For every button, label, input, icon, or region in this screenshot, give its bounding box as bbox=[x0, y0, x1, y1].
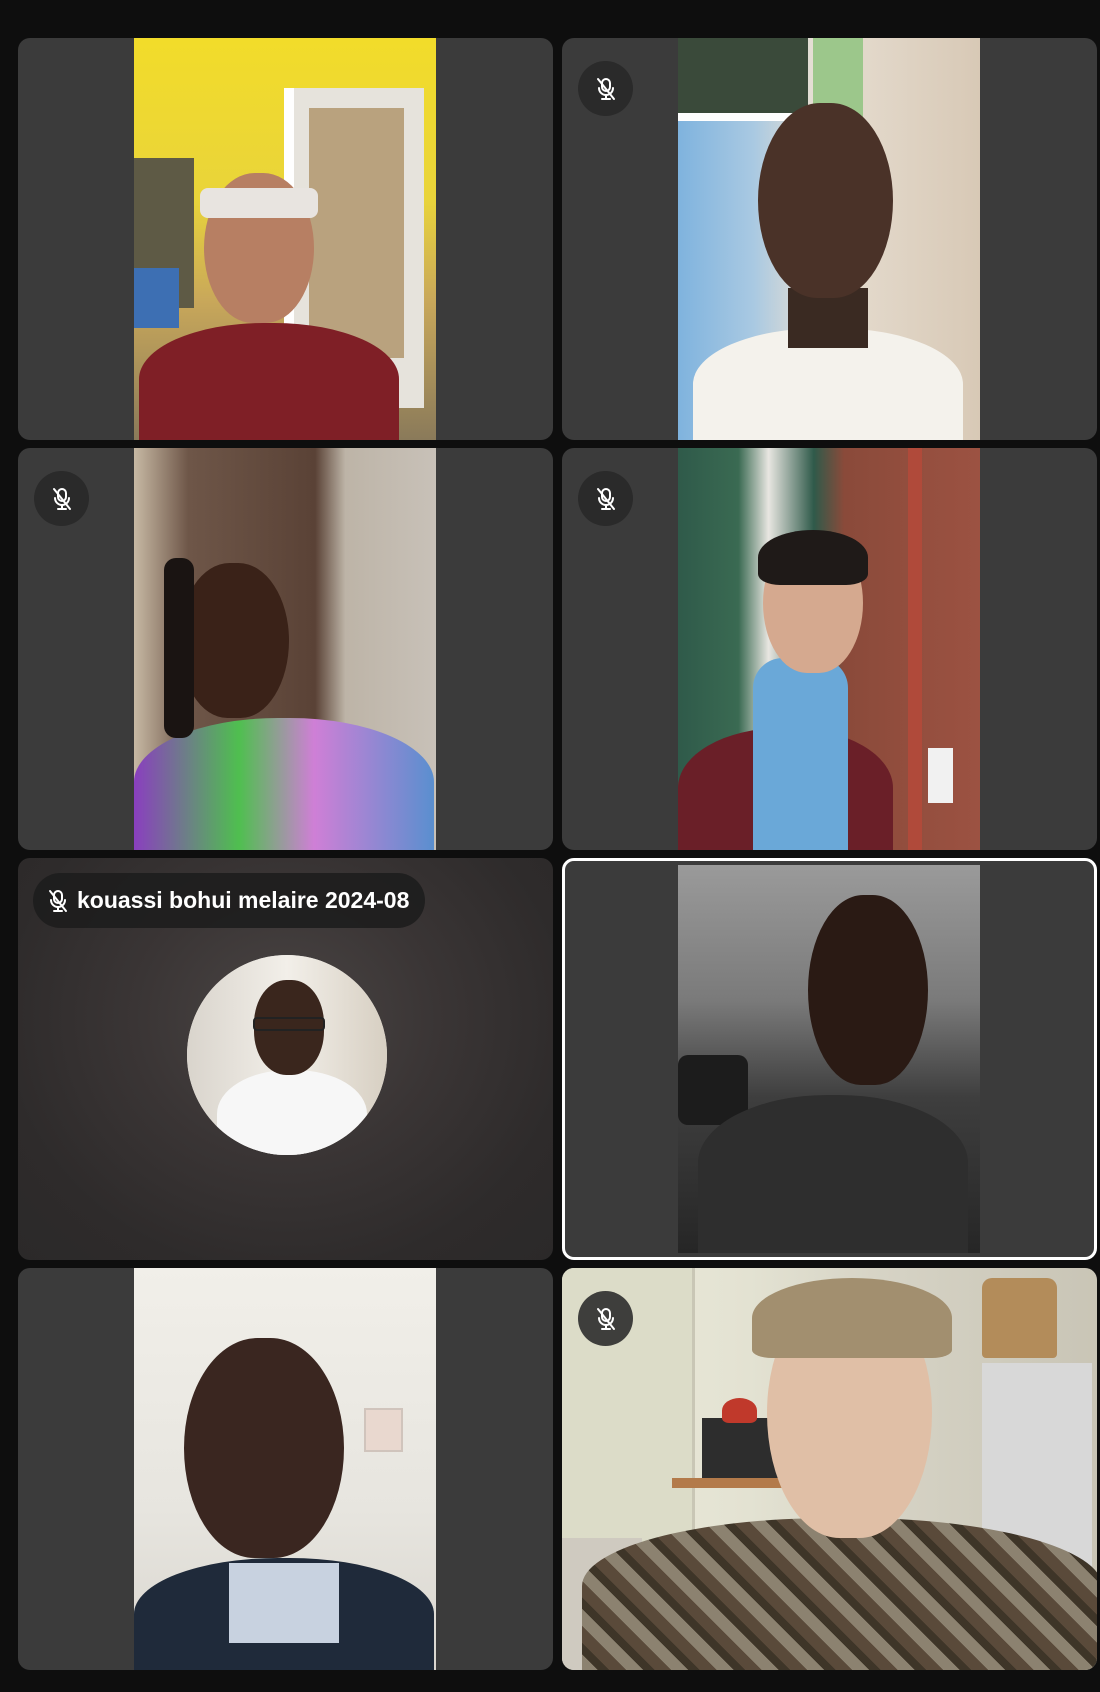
participant-tile-7[interactable] bbox=[18, 1268, 553, 1670]
participant-tile-8[interactable] bbox=[562, 1268, 1097, 1670]
participant-tile-2[interactable] bbox=[562, 38, 1097, 440]
video-feed bbox=[678, 865, 980, 1253]
participant-tile-3[interactable] bbox=[18, 448, 553, 850]
participant-tile-4[interactable] bbox=[562, 448, 1097, 850]
mic-off-icon bbox=[595, 487, 617, 511]
mic-off-icon bbox=[47, 889, 69, 913]
video-feed bbox=[134, 1268, 436, 1670]
participant-name: kouassi bohui melaire 2024-08 bbox=[77, 887, 410, 913]
participant-tile-6[interactable] bbox=[562, 858, 1097, 1260]
participant-grid: kouassi bohui melaire 2024-08 bbox=[18, 38, 1097, 1670]
participant-tile-5[interactable]: kouassi bohui melaire 2024-08 bbox=[18, 858, 553, 1260]
participant-name-pill: kouassi bohui melaire 2024-08 bbox=[33, 873, 426, 928]
mute-indicator bbox=[578, 61, 633, 116]
participant-tile-1[interactable] bbox=[18, 38, 553, 440]
video-feed bbox=[678, 38, 980, 440]
mic-off-icon bbox=[595, 1307, 617, 1331]
mic-off-icon bbox=[51, 487, 73, 511]
video-feed bbox=[134, 38, 436, 440]
avatar bbox=[187, 955, 387, 1155]
video-feed bbox=[134, 448, 436, 850]
mute-indicator bbox=[578, 471, 633, 526]
video-feed bbox=[678, 448, 980, 850]
mic-off-icon bbox=[595, 77, 617, 101]
mute-indicator bbox=[34, 471, 89, 526]
video-feed bbox=[562, 1268, 1097, 1670]
mute-indicator bbox=[578, 1291, 633, 1346]
